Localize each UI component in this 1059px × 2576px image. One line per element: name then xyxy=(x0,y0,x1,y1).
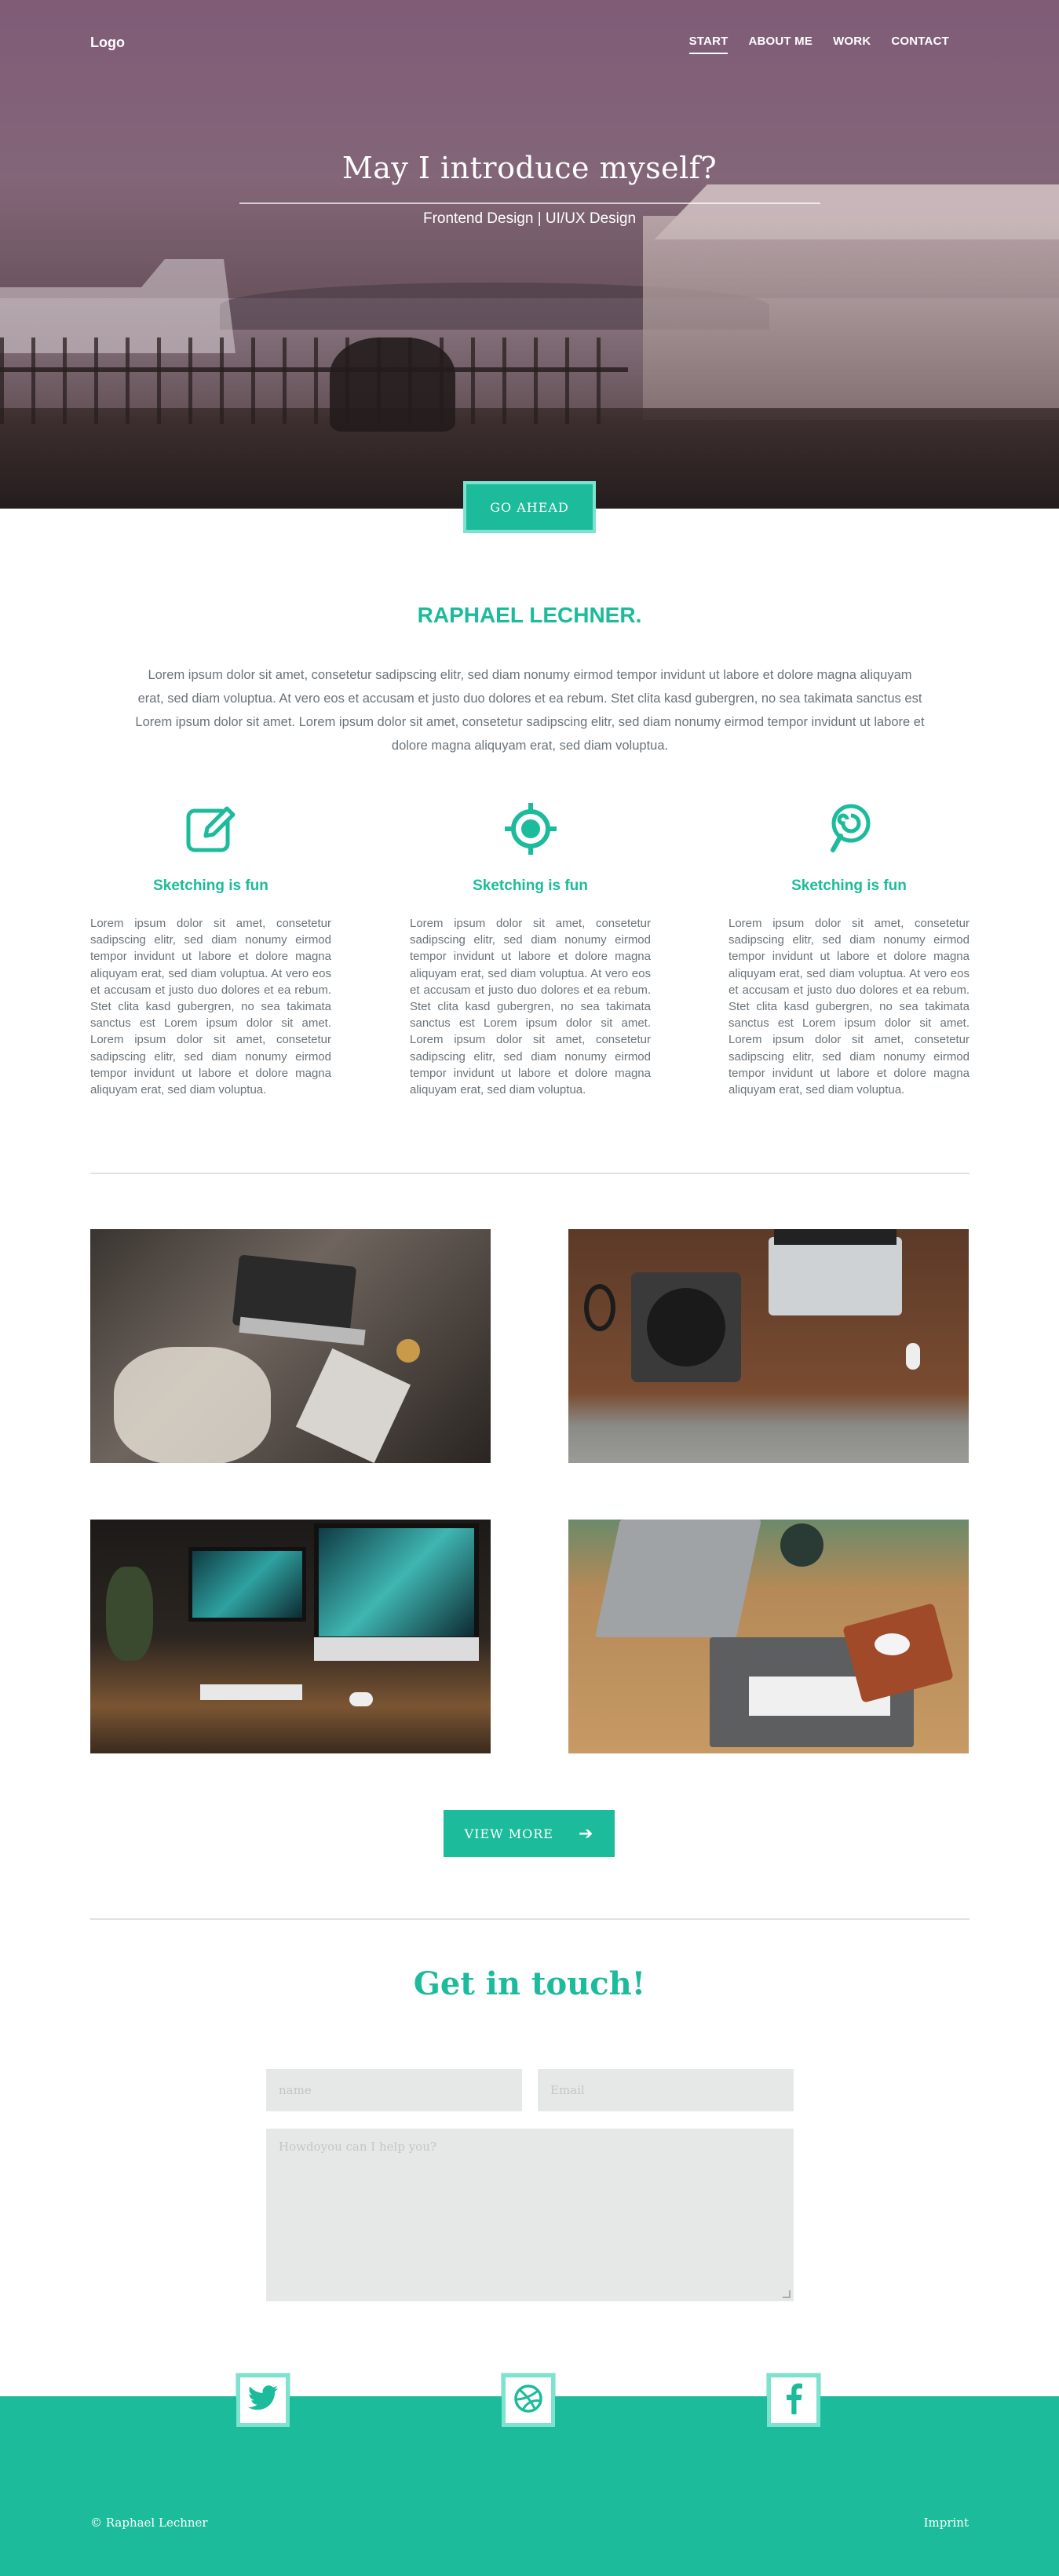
facebook-button[interactable] xyxy=(767,2373,820,2427)
twitter-button[interactable] xyxy=(236,2373,290,2427)
hero-section: Logo START ABOUT ME WORK CONTACT May I i… xyxy=(0,0,1059,509)
resize-handle[interactable] xyxy=(783,2290,791,2298)
nav-start[interactable]: START xyxy=(688,35,729,54)
name-field[interactable]: name xyxy=(266,2069,522,2111)
feature-text: Lorem ipsum dolor sit amet, consetetur s… xyxy=(410,917,651,1097)
work-photo-macbook-desk[interactable] xyxy=(568,1520,969,1753)
features-row: Sketching is fun Lorem ipsum dolor sit a… xyxy=(90,801,970,1115)
work-photo-turntable[interactable] xyxy=(568,1229,969,1463)
message-placeholder: Howdoyou can I help you? xyxy=(279,2140,436,2154)
feature-card: Sketching is fun Lorem ipsum dolor sit a… xyxy=(90,801,331,1098)
nav-work[interactable]: WORK xyxy=(833,35,871,54)
message-field[interactable]: Howdoyou can I help you? xyxy=(266,2129,794,2301)
feature-title: Sketching is fun xyxy=(473,878,588,894)
facebook-icon xyxy=(784,2383,803,2418)
nav-contact[interactable]: CONTACT xyxy=(891,35,949,54)
about-intro: Lorem ipsum dolor sit amet, consetetur s… xyxy=(135,668,925,753)
feature-text: Lorem ipsum dolor sit amet, consetetur s… xyxy=(90,917,331,1097)
logo[interactable]: Logo xyxy=(90,35,125,51)
view-more-button[interactable]: VIEW MORE ➔ xyxy=(444,1810,615,1857)
work-photo-imac-setup[interactable] xyxy=(90,1520,491,1753)
dribbble-icon xyxy=(513,2384,543,2417)
contact-title: Get in touch! xyxy=(413,1965,646,2002)
feature-title: Sketching is fun xyxy=(153,878,268,894)
work-photo-laptop-desk[interactable] xyxy=(90,1229,491,1463)
email-field[interactable]: Email xyxy=(538,2069,794,2111)
feature-card: Sketching is fun Lorem ipsum dolor sit a… xyxy=(410,801,651,1098)
lollipop-icon xyxy=(821,801,878,857)
dribbble-button[interactable] xyxy=(502,2373,555,2427)
hero-building xyxy=(643,216,1059,420)
nav-about-me[interactable]: ABOUT ME xyxy=(748,35,813,54)
feature-card: Sketching is fun Lorem ipsum dolor sit a… xyxy=(729,801,970,1098)
main-nav: START ABOUT ME WORK CONTACT xyxy=(688,35,949,54)
twitter-icon xyxy=(247,2384,279,2416)
feature-title: Sketching is fun xyxy=(791,878,907,894)
hero-pier xyxy=(0,338,612,424)
hero-subtitle: Frontend Design | UI/UX Design xyxy=(422,210,637,227)
hero-couple xyxy=(330,338,455,432)
feature-text: Lorem ipsum dolor sit amet, consetetur s… xyxy=(729,917,970,1097)
crosshair-icon xyxy=(502,801,559,857)
copyright: © Raphael Lechner xyxy=(90,2516,208,2530)
go-ahead-button[interactable]: GO AHEAD xyxy=(463,481,596,533)
edit-icon xyxy=(183,801,239,857)
view-more-label: VIEW MORE xyxy=(464,1826,553,1841)
section-divider xyxy=(90,1918,970,1920)
arrow-right-icon: ➔ xyxy=(578,1823,594,1844)
hero-title: May I introduce myself? xyxy=(341,151,718,185)
imprint-link[interactable]: Imprint xyxy=(924,2516,969,2530)
section-divider xyxy=(90,1173,970,1174)
hero-rail xyxy=(0,367,628,372)
about-name: RAPHAEL LECHNER. xyxy=(417,603,642,627)
hero-divider xyxy=(239,203,820,204)
